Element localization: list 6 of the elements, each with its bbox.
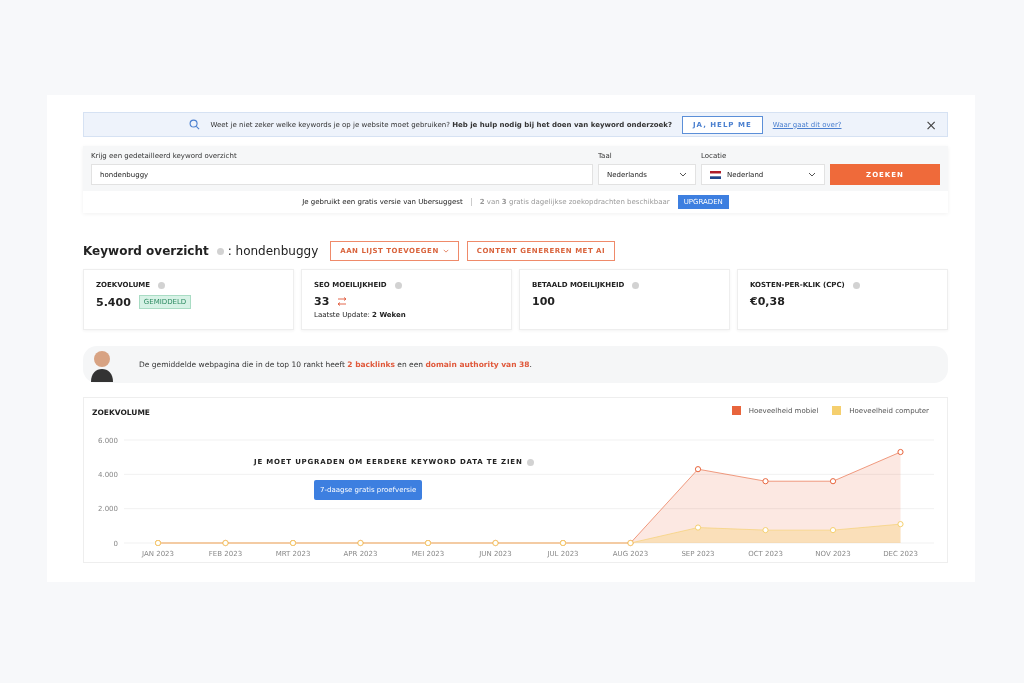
metric-value: €0,38	[750, 295, 785, 308]
metric-value: 100	[532, 295, 555, 308]
keyword-text: : hondenbuggy	[227, 244, 319, 258]
metric-value: 33	[314, 295, 330, 308]
section-title: Keyword overzicht	[83, 244, 209, 258]
metric-value: 5.400	[96, 295, 131, 309]
